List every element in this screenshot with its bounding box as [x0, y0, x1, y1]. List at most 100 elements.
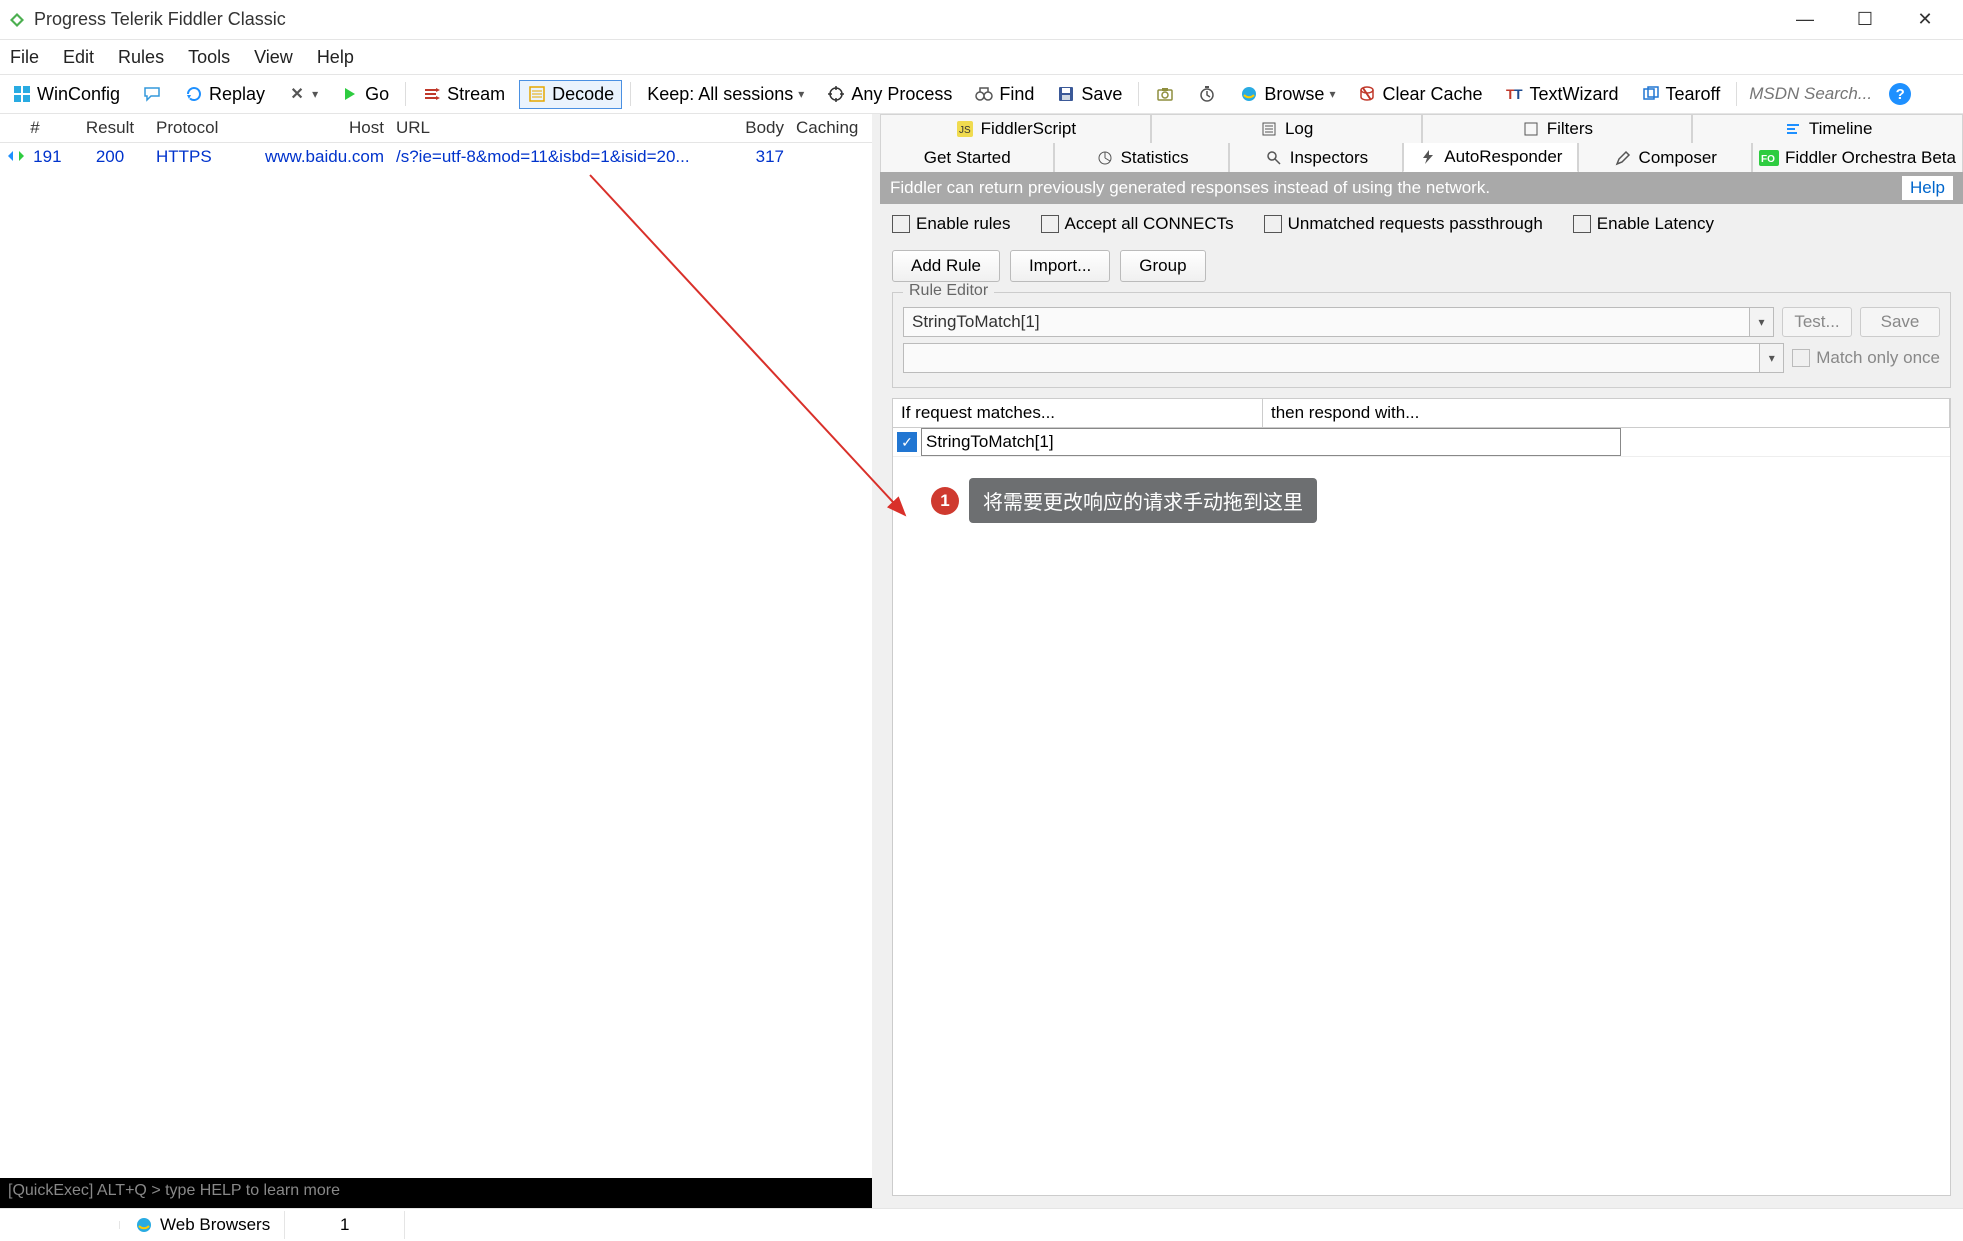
lightning-icon: [1418, 147, 1438, 167]
menu-edit[interactable]: Edit: [63, 47, 94, 68]
tab-inspectors[interactable]: Inspectors: [1229, 143, 1403, 172]
annotation-callout: 1 将需要更改响应的请求手动拖到这里: [931, 478, 1317, 523]
toolbar: WinConfig Replay ✕ ▾ Go Stream Decode Ke…: [0, 74, 1963, 114]
session-protocol: HTTPS: [150, 143, 240, 171]
tearoff-button[interactable]: Tearoff: [1633, 80, 1729, 109]
accept-connects-checkbox[interactable]: Accept all CONNECTs: [1041, 214, 1234, 234]
col-header-url[interactable]: URL: [390, 114, 710, 142]
save-label: Save: [1081, 84, 1122, 105]
find-label: Find: [999, 84, 1034, 105]
menubar: File Edit Rules Tools View Help: [0, 40, 1963, 74]
status-web-browsers[interactable]: Web Browsers: [120, 1211, 285, 1239]
tab-timeline[interactable]: Timeline: [1692, 114, 1963, 143]
go-button[interactable]: Go: [332, 80, 397, 109]
minimize-button[interactable]: ―: [1775, 0, 1835, 40]
menu-file[interactable]: File: [10, 47, 39, 68]
rule-save-button[interactable]: Save: [1860, 307, 1940, 337]
rules-col-respond[interactable]: then respond with...: [1263, 399, 1950, 427]
comment-button[interactable]: [134, 80, 170, 108]
unmatched-passthrough-checkbox[interactable]: Unmatched requests passthrough: [1264, 214, 1543, 234]
session-id: 191: [33, 147, 61, 166]
tab-log[interactable]: Log: [1151, 114, 1422, 143]
timer-button[interactable]: [1189, 80, 1225, 108]
tab-autoresponder[interactable]: AutoResponder: [1403, 143, 1577, 172]
fo-icon: FO: [1759, 148, 1779, 168]
rules-col-match[interactable]: If request matches...: [893, 399, 1263, 427]
tab-statistics[interactable]: Statistics: [1054, 143, 1228, 172]
replay-button[interactable]: Replay: [176, 80, 273, 109]
screenshot-button[interactable]: [1147, 80, 1183, 108]
import-button[interactable]: Import...: [1010, 250, 1110, 282]
winconfig-button[interactable]: WinConfig: [4, 80, 128, 109]
col-header-caching[interactable]: Caching: [790, 114, 870, 142]
col-header-result[interactable]: Result: [70, 114, 150, 142]
browse-label: Browse: [1264, 84, 1324, 105]
help-link[interactable]: Help: [1902, 176, 1953, 200]
menu-tools[interactable]: Tools: [188, 47, 230, 68]
stream-button[interactable]: Stream: [414, 80, 513, 109]
keep-sessions-button[interactable]: Keep: All sessions ▾: [639, 80, 812, 109]
menu-view[interactable]: View: [254, 47, 293, 68]
match-only-once-checkbox[interactable]: Match only once: [1792, 348, 1940, 368]
autoresponder-options-row: Enable rules Accept all CONNECTs Unmatch…: [880, 204, 1963, 244]
match-only-once-label: Match only once: [1816, 348, 1940, 368]
autoresponder-info-text: Fiddler can return previously generated …: [890, 178, 1490, 198]
respond-dropdown[interactable]: ▾: [1760, 343, 1784, 373]
msdn-search-input[interactable]: [1745, 81, 1875, 107]
online-help-button[interactable]: ?: [1881, 79, 1919, 109]
menu-rules[interactable]: Rules: [118, 47, 164, 68]
svg-text:T: T: [1514, 86, 1523, 102]
col-header-protocol[interactable]: Protocol: [150, 114, 240, 142]
col-header-host[interactable]: Host: [240, 114, 390, 142]
remove-button[interactable]: ✕ ▾: [279, 80, 326, 108]
session-row[interactable]: 191 200 HTTPS www.baidu.com /s?ie=utf-8&…: [0, 143, 872, 171]
remove-caret: ▾: [312, 87, 318, 101]
add-rule-button[interactable]: Add Rule: [892, 250, 1000, 282]
col-header-id[interactable]: #: [0, 114, 70, 142]
winconfig-label: WinConfig: [37, 84, 120, 105]
find-button[interactable]: Find: [966, 80, 1042, 109]
accept-connects-label: Accept all CONNECTs: [1065, 214, 1234, 234]
sessions-body[interactable]: 191 200 HTTPS www.baidu.com /s?ie=utf-8&…: [0, 143, 872, 1208]
respond-input[interactable]: [903, 343, 1760, 373]
camera-icon: [1155, 84, 1175, 104]
rules-table-body[interactable]: ✓ StringToMatch[1] 1 将需要更改响应的请求手动拖到这里: [893, 428, 1950, 1195]
any-process-button[interactable]: Any Process: [818, 80, 960, 109]
group-button[interactable]: Group: [1120, 250, 1205, 282]
menu-help[interactable]: Help: [317, 47, 354, 68]
session-id-cell: 191: [0, 143, 70, 171]
tabs-row-1: JS FiddlerScript Log Filters Timeline: [880, 114, 1963, 143]
decode-button[interactable]: Decode: [519, 80, 622, 109]
app-icon: [8, 11, 26, 29]
tab-composer[interactable]: Composer: [1578, 143, 1752, 172]
rule-match-text[interactable]: StringToMatch[1]: [921, 428, 1621, 456]
tab-getstarted[interactable]: Get Started: [880, 143, 1054, 172]
match-dropdown[interactable]: ▾: [1750, 307, 1774, 337]
clear-cache-button[interactable]: Clear Cache: [1349, 80, 1490, 109]
rule-enabled-checkbox[interactable]: ✓: [897, 432, 917, 452]
rule-row[interactable]: ✓ StringToMatch[1]: [893, 428, 1950, 457]
tab-filters-label: Filters: [1547, 119, 1593, 139]
tab-filters[interactable]: Filters: [1422, 114, 1693, 143]
inspect-icon: [1264, 148, 1284, 168]
textwizard-button[interactable]: TT TextWizard: [1497, 80, 1627, 109]
enable-rules-label: Enable rules: [916, 214, 1011, 234]
browse-button[interactable]: Browse ▾: [1231, 80, 1343, 109]
maximize-button[interactable]: ☐: [1835, 0, 1895, 40]
replay-label: Replay: [209, 84, 265, 105]
tab-fiddlerscript[interactable]: JS FiddlerScript: [880, 114, 1151, 143]
col-header-body[interactable]: Body: [710, 114, 790, 142]
quickexec-bar[interactable]: [QuickExec] ALT+Q > type HELP to learn m…: [0, 1178, 872, 1208]
timeline-icon: [1783, 119, 1803, 139]
enable-latency-checkbox[interactable]: Enable Latency: [1573, 214, 1714, 234]
test-button[interactable]: Test...: [1782, 307, 1852, 337]
clear-cache-icon: [1357, 84, 1377, 104]
clock-icon: [1197, 84, 1217, 104]
enable-rules-checkbox[interactable]: Enable rules: [892, 214, 1011, 234]
match-input[interactable]: [903, 307, 1750, 337]
close-button[interactable]: ✕: [1895, 0, 1955, 40]
tab-fiddler-orchestra[interactable]: FO Fiddler Orchestra Beta: [1752, 143, 1963, 172]
autoresponder-buttons: Add Rule Import... Group: [880, 244, 1963, 292]
decode-icon: [527, 84, 547, 104]
save-button[interactable]: Save: [1048, 80, 1130, 109]
